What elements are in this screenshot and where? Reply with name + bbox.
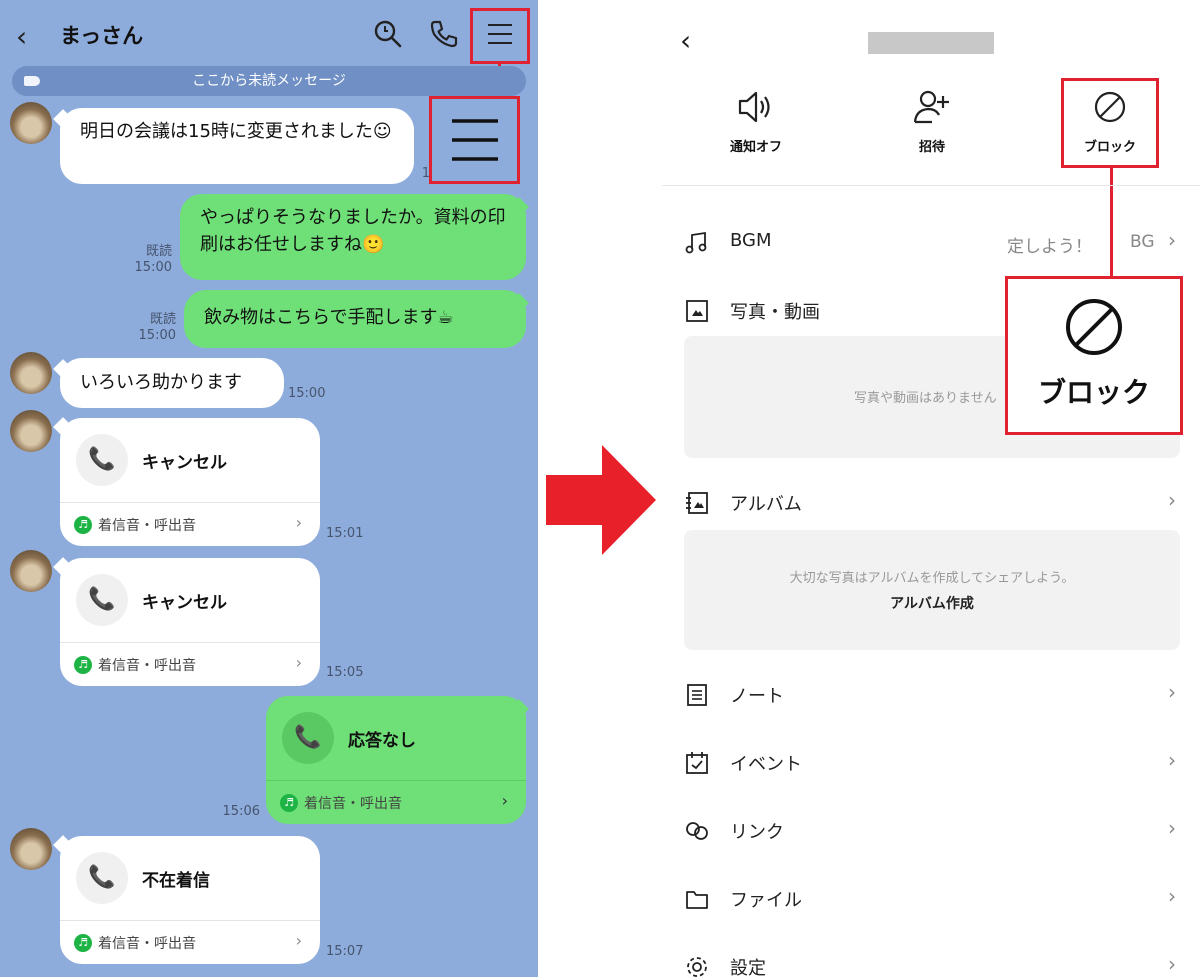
music-note-icon: ♬ [280, 794, 298, 812]
music-note-icon: ♬ [74, 656, 92, 674]
album-row[interactable]: アルバム › [662, 482, 1200, 522]
add-person-icon [872, 88, 992, 126]
chevron-right-icon: › [1168, 228, 1176, 252]
note-icon [684, 682, 710, 708]
avatar[interactable] [10, 352, 52, 394]
avatar[interactable] [10, 828, 52, 870]
message-time: 15:06 [222, 804, 260, 819]
photo-icon [684, 298, 710, 324]
call-card[interactable]: 📞 キャンセル ♬ 着信音・呼出音 › [60, 558, 320, 686]
message-time: 1 [421, 166, 430, 181]
avatar[interactable] [10, 410, 52, 452]
message-bubble[interactable]: やっぱりそうなりましたか。資料の印刷はお任せしますね🙂 [180, 194, 526, 280]
chat-title: まっさん [60, 24, 144, 48]
chevron-right-icon: › [1168, 884, 1176, 908]
chat-screen: ‹ まっさん ここから未読メッセージ 明日の会議は15時に変更されました☺ 1 … [0, 0, 538, 977]
block-zoom-box: ブロック [1005, 276, 1183, 435]
search-icon[interactable] [373, 19, 403, 53]
album-panel: 大切な写真はアルバムを作成してシェアしよう。 アルバム作成 [684, 530, 1180, 650]
tag-icon [24, 76, 40, 86]
message-time: 15:01 [326, 526, 364, 541]
note-row[interactable]: ノート › [662, 674, 1200, 714]
message-time: 15:05 [326, 665, 364, 680]
avatar[interactable] [10, 550, 52, 592]
back-icon[interactable]: ‹ [680, 24, 691, 57]
music-note-icon: ♬ [74, 516, 92, 534]
create-album-button[interactable]: アルバム作成 [684, 593, 1180, 613]
bgm-row[interactable]: BGM 定しよう！ BG › [662, 222, 1200, 262]
back-icon[interactable]: ‹ [16, 20, 27, 53]
call-card[interactable]: 📞 キャンセル ♬ 着信音・呼出音 › [60, 418, 320, 546]
chevron-right-icon: › [1168, 680, 1176, 704]
menu-zoom-box [429, 96, 520, 184]
block-icon [1008, 295, 1180, 363]
mute-notification-button[interactable]: 通知オフ [696, 88, 816, 155]
link-row[interactable]: リンク › [662, 810, 1200, 850]
file-row[interactable]: ファイル › [662, 878, 1200, 918]
phone-icon: 📞 [282, 712, 334, 764]
divider [662, 185, 1200, 186]
chevron-right-icon: › [1168, 748, 1176, 772]
phone-icon: 📞 [76, 434, 128, 486]
arrow-right-icon [546, 445, 656, 559]
read-receipt: 既読 15:00 [138, 312, 176, 343]
read-receipt: 既読 15:00 [134, 244, 172, 275]
block-highlight-box [1061, 78, 1159, 168]
message-bubble[interactable]: いろいろ助かります [60, 358, 284, 408]
phone-icon: 📞 [76, 852, 128, 904]
chevron-right-icon: › [295, 653, 302, 672]
message-time: 15:07 [326, 944, 364, 959]
music-note-icon [684, 230, 710, 256]
phone-icon: 📞 [76, 574, 128, 626]
settings-screen: ‹ 通知オフ 招待 ブロック BGM 定しよう！ BG › 写真・動画 写真や動… [662, 0, 1200, 977]
speaker-icon [696, 88, 816, 126]
menu-highlight-box [470, 8, 530, 64]
call-card[interactable]: 📞 不在着信 ♬ 着信音・呼出音 › [60, 836, 320, 964]
chevron-right-icon: › [501, 791, 508, 810]
redacted-name [868, 32, 994, 54]
chevron-right-icon: › [1168, 952, 1176, 976]
message-time: 15:00 [288, 386, 326, 401]
phone-icon[interactable] [429, 19, 459, 53]
unread-banner: ここから未読メッセージ [12, 66, 526, 96]
message-bubble[interactable]: 明日の会議は15時に変更されました☺ [60, 108, 414, 184]
chevron-right-icon: › [1168, 816, 1176, 840]
event-row[interactable]: イベント › [662, 742, 1200, 782]
calendar-icon [684, 750, 710, 776]
music-note-icon: ♬ [74, 934, 92, 952]
link-icon [684, 818, 710, 844]
invite-button[interactable]: 招待 [872, 88, 992, 155]
chevron-right-icon: › [295, 931, 302, 950]
settings-row[interactable]: 設定 › [662, 946, 1200, 977]
chevron-right-icon: › [1168, 488, 1176, 512]
message-bubble[interactable]: 飲み物はこちらで手配します☕ [184, 290, 526, 348]
chevron-right-icon: › [295, 513, 302, 532]
folder-icon [684, 886, 710, 912]
gear-icon [684, 954, 710, 977]
avatar[interactable] [10, 102, 52, 144]
album-icon [684, 490, 710, 516]
call-card[interactable]: 📞 応答なし ♬ 着信音・呼出音 › [266, 696, 526, 824]
